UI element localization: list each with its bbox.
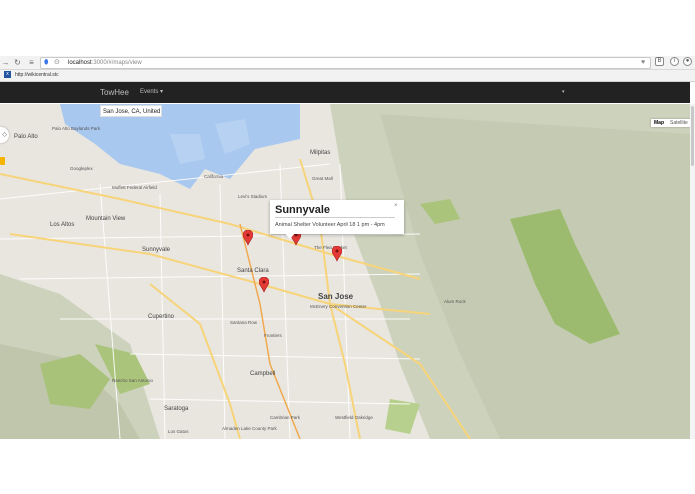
map-graphics: [0, 104, 690, 439]
map-label: California: [204, 174, 224, 179]
map-label: San Jose: [318, 292, 354, 301]
map-type-map-button[interactable]: Map: [651, 119, 667, 127]
map-label: Cupertino: [148, 314, 175, 320]
location-search-input[interactable]: San Jose, CA, United S: [100, 105, 162, 117]
url-text[interactable]: localhost:3000/#/maps/view: [68, 58, 142, 68]
info-window-divider: [275, 217, 395, 218]
map-label: Saratoga: [164, 406, 189, 412]
events-label: Events: [140, 89, 159, 95]
caret-down-icon: ▾: [160, 89, 164, 95]
map-type-control: Map Satellite: [651, 119, 691, 127]
browser-toolbar: → ↻ ≡ ⬮ ⊙ localhost:3000/#/maps/view ♥ B…: [0, 56, 695, 70]
map-label: Palo Alto Baylands Park: [52, 126, 101, 131]
map-marker-icon[interactable]: [243, 230, 253, 246]
map-label: McEnery Convention Center: [310, 304, 367, 309]
url-host: localhost: [68, 60, 92, 66]
map-label: Googleplex: [70, 166, 93, 171]
events-dropdown[interactable]: Events ▾: [140, 82, 163, 103]
map-type-satellite-button[interactable]: Satellite: [667, 119, 691, 127]
user-icon[interactable]: ●: [683, 57, 692, 66]
map-label: Great Mall: [312, 176, 333, 181]
app-navbar: TowHee Events ▾ ▾: [0, 82, 690, 103]
map-marker-icon[interactable]: [332, 246, 342, 262]
map-label: Alum Rock: [444, 299, 466, 304]
map-label: Rancho San Antonio: [112, 378, 154, 383]
close-icon[interactable]: ×: [394, 203, 398, 209]
scrollbar-thumb[interactable]: [691, 106, 694, 166]
forward-icon[interactable]: →: [1, 56, 10, 69]
map-label: Sunnyvale: [142, 247, 171, 253]
info-icon[interactable]: i: [670, 57, 679, 66]
map-label: Palo Alto: [14, 134, 38, 140]
map-label: Los Altos: [50, 222, 75, 228]
map-label: Cambrian Park: [270, 415, 301, 420]
info-window-tail: [285, 233, 295, 239]
map-label: Westfield Oakridge: [335, 415, 373, 420]
map-canvas[interactable]: Palo Alto Palo Alto Baylands Park Milpit…: [0, 104, 690, 439]
map-label: Almaden Lake County Park: [222, 426, 277, 431]
map-label: Campbell: [250, 371, 276, 377]
reload-icon[interactable]: ↻: [13, 56, 22, 69]
map-label: Levi's Stadium: [238, 194, 268, 199]
map-label: Mountain View: [86, 216, 126, 222]
bookmarks-bar: x http://wikicentral.stc: [0, 70, 695, 82]
map-label: Los Gatos: [168, 429, 189, 434]
bookmark-favicon-icon: x: [4, 71, 11, 79]
map-label: Santana Row: [230, 320, 258, 325]
map-label: Santa Clara: [237, 268, 269, 274]
street-view-pegman-icon[interactable]: [0, 157, 5, 165]
location-pin-icon: ⬮: [44, 59, 49, 66]
map-label: Frontiers: [264, 333, 282, 338]
url-path: :3000/#/maps/view: [91, 60, 142, 66]
brand-link[interactable]: TowHee: [100, 82, 129, 103]
map-label: Moffett Federal Airfield: [112, 185, 157, 190]
map-marker-icon[interactable]: [259, 277, 269, 293]
info-window-body: Animal Shelter Volunteer April 18 1 pm -…: [275, 222, 385, 228]
heart-icon[interactable]: ♥: [641, 58, 645, 68]
address-bar[interactable]: ⬮ ⊙ localhost:3000/#/maps/view ♥: [40, 57, 651, 69]
extension-icon[interactable]: B: [655, 57, 664, 66]
map-label: Milpitas: [310, 150, 331, 156]
bookmark-label: http://wikicentral.stc: [15, 72, 59, 78]
menu-icon[interactable]: ≡: [27, 56, 36, 69]
bookmark-item[interactable]: x http://wikicentral.stc: [4, 71, 59, 80]
user-menu-caret-icon[interactable]: ▾: [562, 82, 565, 103]
shield-icon: ⊙: [54, 59, 60, 66]
info-window: Sunnyvale Animal Shelter Volunteer April…: [270, 200, 404, 234]
info-window-title: Sunnyvale: [275, 204, 331, 216]
